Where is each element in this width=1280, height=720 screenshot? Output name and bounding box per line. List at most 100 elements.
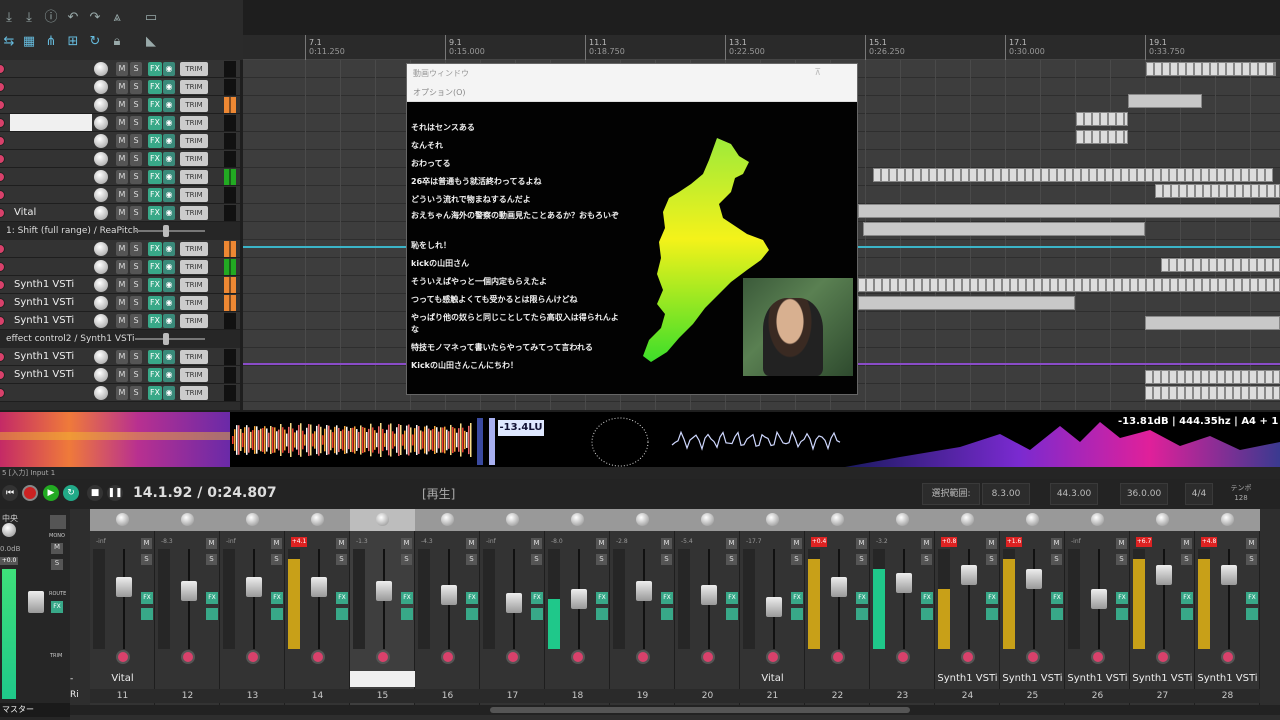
- track-row[interactable]: Synth1 VSTi M S FX ◉ TRIM: [0, 312, 240, 330]
- trim-button[interactable]: TRIM: [180, 386, 208, 400]
- repeat-icon[interactable]: ↻: [86, 34, 104, 50]
- solo-button[interactable]: S: [401, 554, 412, 565]
- volume-knob[interactable]: [94, 188, 108, 202]
- fx-button[interactable]: FX: [148, 296, 162, 310]
- master-trim-label[interactable]: TRIM: [50, 653, 62, 659]
- master-mono-button[interactable]: [50, 515, 66, 529]
- volume-knob[interactable]: [94, 206, 108, 220]
- fx-button[interactable]: FX: [148, 260, 162, 274]
- solo-button[interactable]: S: [466, 554, 477, 565]
- mixer-strip[interactable]: -3.2 M S FX 23: [870, 509, 935, 709]
- volume-fader[interactable]: [441, 585, 457, 605]
- mute-button[interactable]: M: [856, 538, 867, 549]
- loop-icon[interactable]: ⇆: [0, 34, 18, 50]
- strip-name[interactable]: [220, 671, 285, 687]
- envelope-lane[interactable]: 1: Shift (full range) / ReaPitch: [0, 222, 240, 240]
- fx-button[interactable]: FX: [1181, 592, 1193, 604]
- solo-button[interactable]: S: [130, 206, 142, 220]
- pan-knob[interactable]: [506, 513, 519, 526]
- solo-button[interactable]: S: [531, 554, 542, 565]
- mixer-strip[interactable]: -8.0 M S FX 18: [545, 509, 610, 709]
- pan-knob[interactable]: [1026, 513, 1039, 526]
- pan-knob[interactable]: [766, 513, 779, 526]
- trim-button[interactable]: TRIM: [180, 134, 208, 148]
- io-button[interactable]: ◉: [163, 350, 175, 364]
- pan-knob[interactable]: [181, 513, 194, 526]
- solo-button[interactable]: S: [130, 116, 142, 130]
- track-row[interactable]: M S FX ◉ TRIM: [0, 132, 240, 150]
- track-name[interactable]: [10, 384, 92, 401]
- io-button[interactable]: [401, 608, 413, 620]
- io-button[interactable]: [466, 608, 478, 620]
- solo-button[interactable]: S: [130, 350, 142, 364]
- io-button[interactable]: ◉: [163, 152, 175, 166]
- volume-fader[interactable]: [961, 565, 977, 585]
- solo-button[interactable]: S: [130, 368, 142, 382]
- mute-button[interactable]: M: [116, 296, 128, 310]
- mixer-strip[interactable]: -inf M S FX Synth1 VSTi 26: [1065, 509, 1130, 709]
- mute-button[interactable]: M: [401, 538, 412, 549]
- record-arm-button[interactable]: [0, 190, 5, 200]
- trim-button[interactable]: TRIM: [180, 296, 208, 310]
- mute-button[interactable]: M: [271, 538, 282, 549]
- midi-item[interactable]: [1076, 130, 1128, 144]
- record-arm-button[interactable]: [0, 370, 5, 380]
- record-arm-button[interactable]: [1026, 650, 1040, 664]
- solo-button[interactable]: S: [271, 554, 282, 565]
- fx-button[interactable]: FX: [921, 592, 933, 604]
- master-solo-button[interactable]: S: [51, 559, 63, 570]
- track-name[interactable]: [10, 78, 92, 95]
- trim-button[interactable]: TRIM: [180, 152, 208, 166]
- track-lane[interactable]: [243, 402, 1280, 410]
- record-arm-button[interactable]: [1091, 650, 1105, 664]
- midi-item[interactable]: [1146, 62, 1276, 76]
- record-arm-button[interactable]: [0, 64, 5, 74]
- solo-button[interactable]: S: [130, 242, 142, 256]
- solo-button[interactable]: S: [856, 554, 867, 565]
- fx-button[interactable]: FX: [791, 592, 803, 604]
- track-name[interactable]: Synth1 VSTi: [10, 366, 92, 383]
- trim-button[interactable]: TRIM: [180, 206, 208, 220]
- record-button[interactable]: [22, 485, 38, 501]
- mute-button[interactable]: M: [466, 538, 477, 549]
- mixer-strip[interactable]: +4.8 M S FX Synth1 VSTi 28: [1195, 509, 1260, 709]
- io-button[interactable]: ◉: [163, 314, 175, 328]
- volume-knob[interactable]: [94, 98, 108, 112]
- video-window-options-menu[interactable]: オプション(O): [407, 84, 857, 102]
- fx-button[interactable]: FX: [148, 80, 162, 94]
- pan-knob[interactable]: [896, 513, 909, 526]
- track-name[interactable]: Synth1 VSTi: [10, 294, 92, 311]
- envelope-slider[interactable]: [163, 333, 169, 345]
- record-arm-button[interactable]: [0, 244, 5, 254]
- io-button[interactable]: ◉: [163, 170, 175, 184]
- track-name[interactable]: [10, 132, 92, 149]
- midi-item[interactable]: [1155, 184, 1280, 198]
- track-name[interactable]: Synth1 VSTi: [10, 312, 92, 329]
- mute-button[interactable]: M: [141, 538, 152, 549]
- record-arm-button[interactable]: [0, 82, 5, 92]
- io-button[interactable]: [1246, 608, 1258, 620]
- track-row[interactable]: M S FX ◉ TRIM: [0, 186, 240, 204]
- solo-button[interactable]: S: [1181, 554, 1192, 565]
- track-row[interactable]: M S FX ◉ TRIM: [0, 384, 240, 402]
- track-name[interactable]: [10, 168, 92, 185]
- media-item[interactable]: [858, 296, 1075, 310]
- record-arm-button[interactable]: [1156, 650, 1170, 664]
- mute-button[interactable]: M: [1181, 538, 1192, 549]
- volume-fader[interactable]: [896, 573, 912, 593]
- io-button[interactable]: ◉: [163, 206, 175, 220]
- track-name[interactable]: [10, 114, 92, 131]
- track-row[interactable]: Synth1 VSTi M S FX ◉ TRIM: [0, 276, 240, 294]
- record-arm-button[interactable]: [0, 298, 5, 308]
- io-button[interactable]: ◉: [163, 98, 175, 112]
- record-arm-button[interactable]: [0, 352, 5, 362]
- fx-button[interactable]: FX: [466, 592, 478, 604]
- solo-button[interactable]: S: [1051, 554, 1062, 565]
- record-arm-button[interactable]: [181, 650, 195, 664]
- mute-button[interactable]: M: [116, 98, 128, 112]
- mute-button[interactable]: M: [116, 278, 128, 292]
- fx-button[interactable]: FX: [148, 314, 162, 328]
- envelope-tool-icon[interactable]: ◣: [142, 34, 160, 50]
- mute-button[interactable]: M: [116, 134, 128, 148]
- fx-button[interactable]: FX: [661, 592, 673, 604]
